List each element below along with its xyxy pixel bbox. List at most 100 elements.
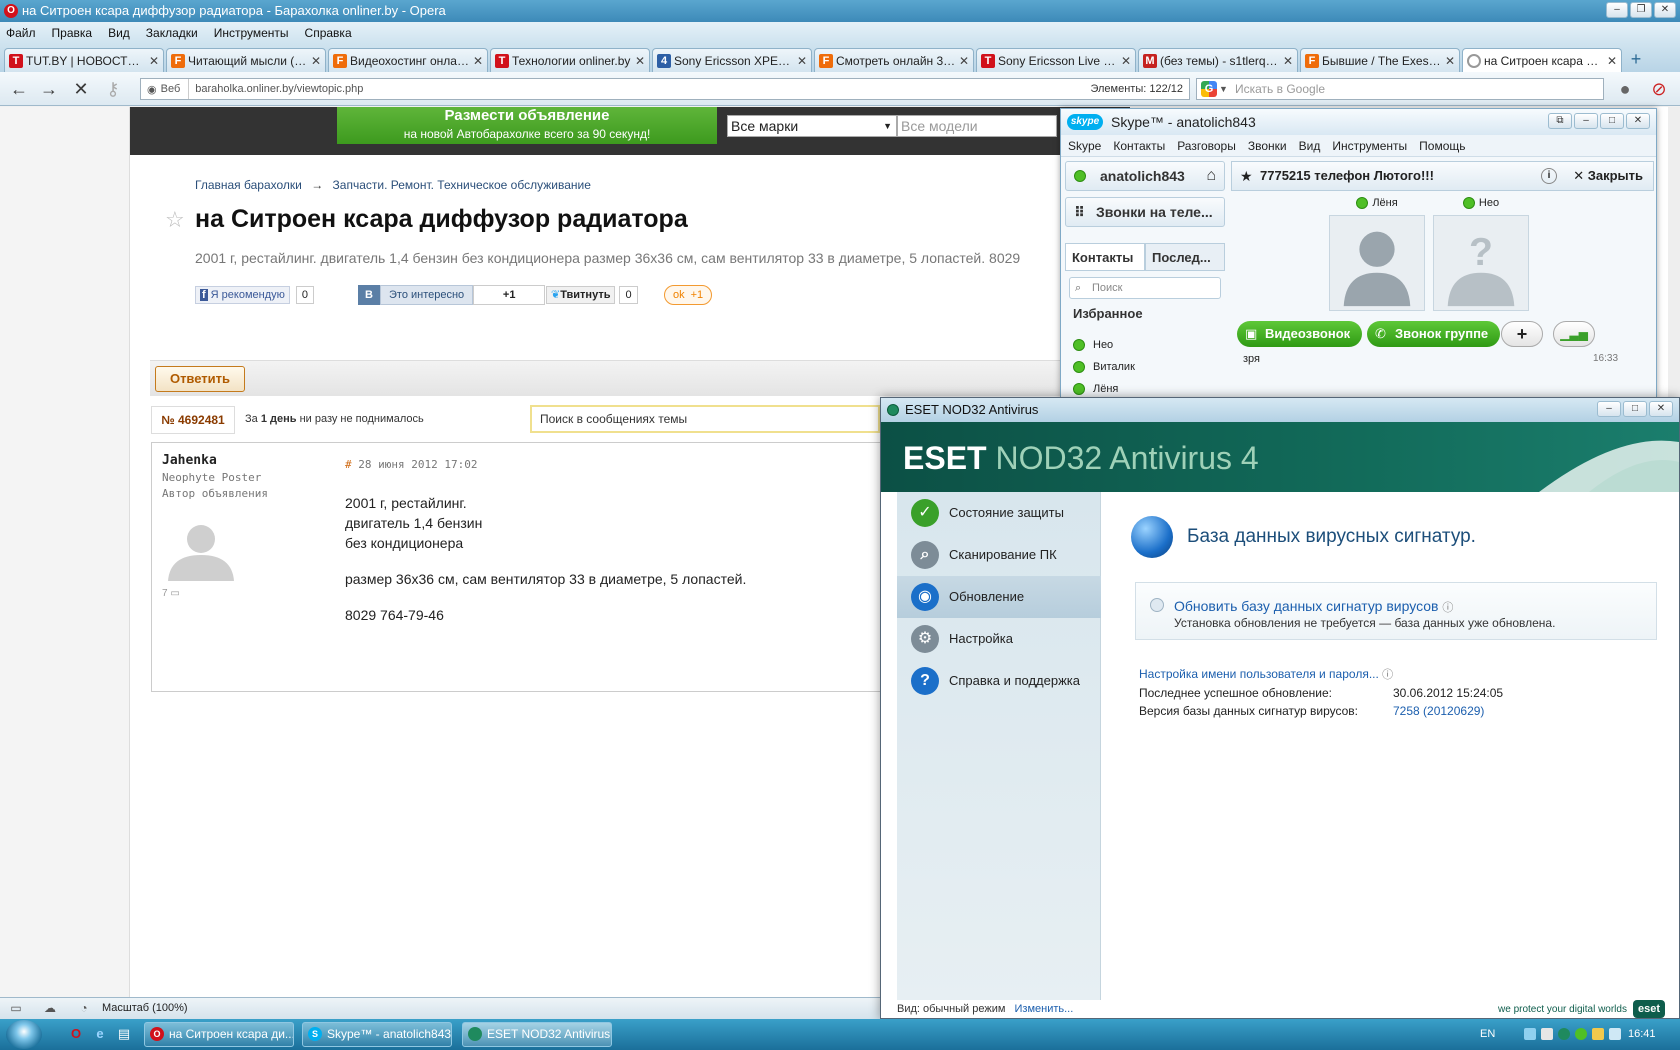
tab-close-icon[interactable]: ✕ — [1121, 54, 1131, 68]
zoom-level[interactable]: Масштаб (100%) — [102, 1002, 188, 1014]
home-icon[interactable]: ⌂ — [1206, 162, 1216, 190]
opera-unite-icon[interactable]: ⊘ — [1648, 79, 1670, 99]
menu-bookmarks[interactable]: Закладки — [146, 26, 198, 40]
browser-tab[interactable]: 4Sony Ericsson XPERIA ...✕ — [652, 48, 812, 72]
start-button[interactable] — [6, 1020, 42, 1049]
tab-close-icon[interactable]: ✕ — [149, 54, 159, 68]
search-input[interactable]: G ▼ Искать в Google — [1196, 78, 1604, 100]
notes-icon[interactable]: ● — [1614, 79, 1636, 99]
skype-menu-item[interactable]: Контакты — [1113, 135, 1165, 156]
vk-label[interactable]: Это интересно — [380, 285, 474, 305]
tab-close-icon[interactable]: ✕ — [473, 54, 483, 68]
nav-setup[interactable]: ⚙ Настройка — [897, 618, 1101, 660]
menu-view[interactable]: Вид — [108, 26, 130, 40]
facebook-like-button[interactable]: fЯ рекомендую — [195, 286, 290, 304]
close-button[interactable]: ✕ — [1654, 2, 1676, 18]
close-conversation-button[interactable]: ✕ Закрыть — [1573, 162, 1643, 190]
browser-tab[interactable]: F Смотреть онлайн 3 в ... ✕ — [814, 48, 974, 72]
info-icon[interactable]: ⓘ — [1382, 669, 1393, 681]
change-view-link[interactable]: Изменить... — [1015, 1003, 1074, 1015]
db-version-link[interactable]: 7258 (20120629) — [1393, 704, 1484, 718]
minimize-button[interactable]: – — [1597, 401, 1621, 417]
speed-dial-icon[interactable]: ◔ — [76, 1001, 92, 1015]
eset-tray-icon[interactable] — [1558, 1028, 1570, 1040]
star-icon[interactable]: ★ — [1240, 162, 1253, 190]
menu-file[interactable]: Файл — [6, 26, 36, 40]
tab-close-icon[interactable]: ✕ — [1283, 54, 1293, 68]
play-icon[interactable] — [1150, 598, 1164, 612]
skype-menu-item[interactable]: Вид — [1299, 135, 1321, 156]
update-signatures-link[interactable]: Обновить базу данных сигнатур вирусов ⓘ — [1174, 598, 1453, 615]
tab-close-icon[interactable]: ✕ — [797, 54, 807, 68]
tab-contacts[interactable]: Контакты — [1065, 243, 1145, 270]
reply-button[interactable]: Ответить — [155, 366, 245, 392]
minimize-button[interactable]: – — [1606, 2, 1628, 18]
ok-share[interactable]: ok +1 — [664, 285, 713, 305]
nav-update[interactable]: ◉ Обновление — [897, 576, 1101, 618]
web-badge[interactable]: ◉ Веб — [141, 79, 190, 99]
nav-protection-status[interactable]: ✓ Состояние защиты — [897, 492, 1101, 534]
video-call-button[interactable]: ▣ Видеозвонок — [1237, 321, 1363, 347]
contact-search-input[interactable]: ⌕ Поиск — [1069, 277, 1221, 299]
network-icon[interactable] — [1524, 1028, 1536, 1040]
breadcrumb-home-link[interactable]: Главная барахолки — [195, 178, 302, 192]
security-flag-icon[interactable] — [1592, 1028, 1604, 1040]
skype-menu-item[interactable]: Звонки — [1248, 135, 1287, 156]
taskbar-item-active[interactable]: ESET NOD32 Antivirus — [462, 1022, 612, 1047]
online-status-icon[interactable] — [1074, 170, 1086, 182]
credentials-setup-link[interactable]: Настройка имени пользователя и пароля...… — [1139, 666, 1393, 682]
nav-computer-scan[interactable]: ⌕ Сканирование ПК — [897, 534, 1101, 576]
tab-close-icon[interactable]: ✕ — [635, 54, 645, 68]
volume-icon[interactable] — [1541, 1028, 1553, 1040]
forward-arrow-icon[interactable]: → — [38, 79, 60, 99]
browser-tab[interactable]: M (без темы) - s1tlerq3... ✕ — [1138, 48, 1298, 72]
close-button[interactable]: ✕ — [1626, 113, 1650, 129]
skype-menu-item[interactable]: Разговоры — [1177, 135, 1236, 156]
back-arrow-icon[interactable]: ← — [8, 79, 30, 99]
browser-tab[interactable]: T Технологии onliner.by ✕ — [490, 48, 650, 72]
tab-close-icon[interactable]: ✕ — [959, 54, 969, 68]
facebook-share[interactable]: fЯ рекомендую 0 — [195, 285, 315, 305]
browser-tab[interactable]: T Sony Ericsson Live wit... ✕ — [976, 48, 1136, 72]
add-participant-button[interactable]: + — [1501, 321, 1543, 347]
tab-close-icon[interactable]: ✕ — [1445, 54, 1455, 68]
panel-toggle-icon[interactable]: ▭ — [8, 1001, 24, 1015]
call-quality-icon[interactable]: ▁▃▅ — [1553, 321, 1595, 347]
chevron-down-icon[interactable]: ▼ — [1219, 79, 1228, 99]
signal-icon[interactable] — [1609, 1028, 1621, 1040]
info-icon[interactable]: i — [1541, 168, 1557, 184]
phone-calls-panel[interactable]: ⠿ Звонки на теле... — [1065, 197, 1225, 227]
make-select[interactable]: Все марки ▼ — [727, 115, 897, 137]
skype-tray-icon[interactable] — [1575, 1028, 1587, 1040]
restore-button[interactable]: ❐ — [1630, 2, 1652, 18]
taskbar-item[interactable]: S Skype™ - anatolich843 — [302, 1022, 452, 1047]
nav-help[interactable]: ? Справка и поддержка — [897, 660, 1101, 702]
address-bar[interactable]: ◉ Веб baraholka.onliner.by/viewtopic.php … — [140, 78, 1190, 100]
breadcrumb-section-link[interactable]: Запчасти. Ремонт. Техническое обслуживан… — [333, 178, 591, 192]
skype-menu-item[interactable]: Помощь — [1419, 135, 1465, 156]
contact-item[interactable]: Виталик — [1073, 361, 1135, 373]
close-button[interactable]: ✕ — [1649, 401, 1673, 417]
info-icon[interactable]: ⓘ — [1442, 602, 1453, 614]
tab-recent[interactable]: Послед... — [1145, 243, 1225, 270]
favorite-star-icon[interactable]: ☆ — [165, 207, 185, 233]
turbo-cloud-icon[interactable]: ☁ — [42, 1001, 58, 1015]
explorer-icon[interactable]: ▤ — [116, 1026, 132, 1042]
taskbar-item[interactable]: Oна Ситроен ксара ди... — [144, 1022, 294, 1047]
browser-tab[interactable]: F Бывшие / The Exes (C... ✕ — [1300, 48, 1460, 72]
unknown-avatar-icon[interactable]: ? — [1433, 215, 1529, 311]
browser-tab[interactable]: T TUT.BY | НОВОСТИ - ... ✕ — [4, 48, 164, 72]
participant-avatar[interactable] — [1329, 215, 1425, 311]
google-icon[interactable]: G — [1201, 81, 1217, 97]
contact-item[interactable]: Лёня — [1073, 383, 1118, 395]
browser-tab-active[interactable]: на Ситроен ксара ди... ✕ — [1462, 48, 1622, 72]
ok-button[interactable]: ok +1 — [664, 285, 713, 305]
maximize-button[interactable]: □ — [1600, 113, 1624, 129]
menu-help[interactable]: Справка — [305, 26, 352, 40]
language-indicator[interactable]: EN — [1480, 1028, 1495, 1040]
post-author[interactable]: Jahenka — [162, 453, 217, 468]
vk-share[interactable]: B Это интересно +1 — [358, 285, 546, 305]
stop-icon[interactable]: ✕ — [70, 79, 92, 99]
menu-tools[interactable]: Инструменты — [214, 26, 289, 40]
model-select[interactable]: Все модели — [897, 115, 1057, 137]
